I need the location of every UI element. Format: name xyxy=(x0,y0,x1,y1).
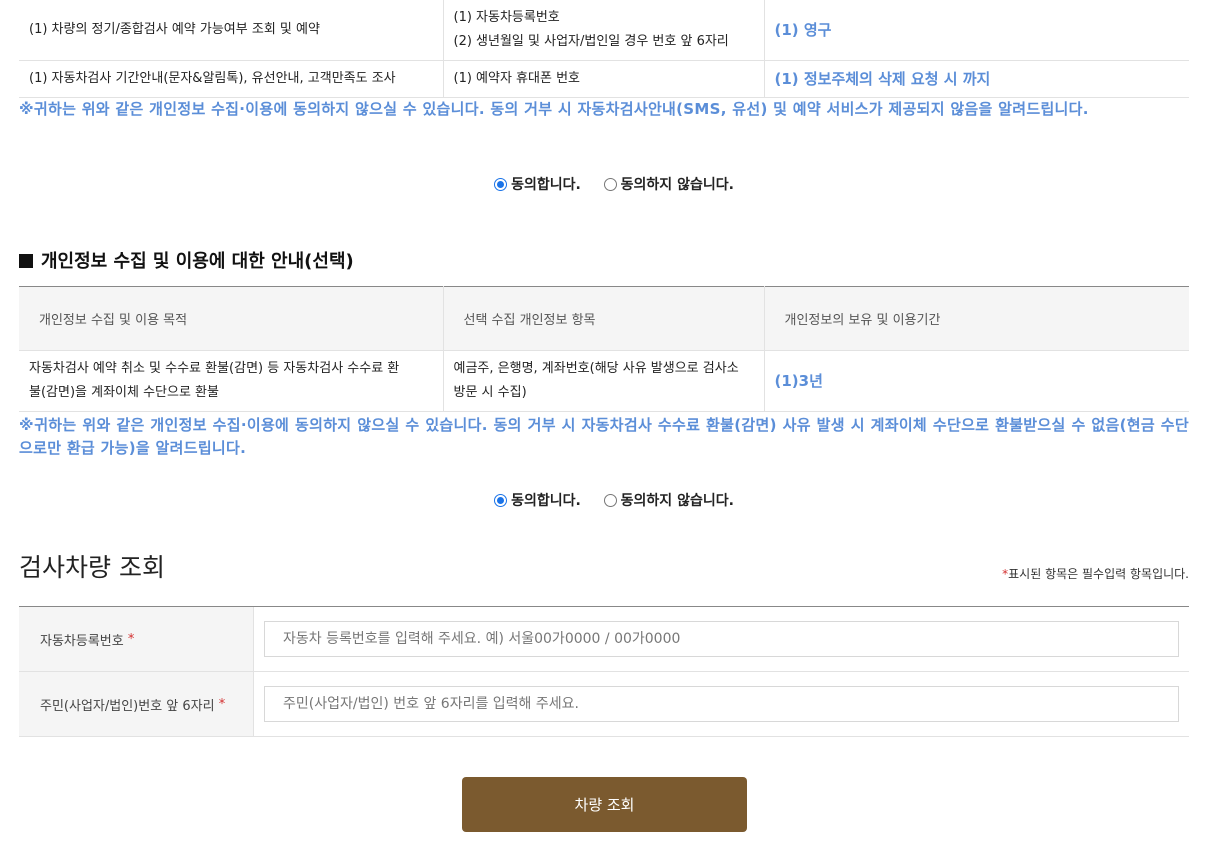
section-title-text: 개인정보 수집 및 이용에 대한 안내(선택) xyxy=(41,251,354,272)
field-wrap xyxy=(254,607,1189,671)
item-text: (1) 자동차등록번호 xyxy=(453,9,560,25)
column-header: 선택 수집 개인정보 항목 xyxy=(442,286,764,351)
consent-notice: ※귀하는 위와 같은 개인정보 수집·이용에 동의하지 않으실 수 있습니다. … xyxy=(19,416,1189,457)
vehicle-lookup-form: 자동차등록번호 * 주민(사업자/법인)번호 앞 6자리 * xyxy=(19,606,1189,737)
agree-radio[interactable]: 동의합니다. xyxy=(494,174,581,194)
field-label-text: 자동차등록번호 xyxy=(40,633,124,649)
required-note: *표시된 항목은 필수입력 항목입니다. xyxy=(1002,565,1189,582)
items-cell: 예금주, 은행명, 계좌번호(해당 사유 발생으로 검사소 방문 시 수집) xyxy=(442,350,764,412)
disagree-label: 동의하지 않습니다. xyxy=(620,493,734,509)
items-cell: (1) 자동차등록번호 (2) 생년월일 및 사업자/법인일 경우 번호 앞 6… xyxy=(442,0,764,61)
radio-checked-icon[interactable] xyxy=(494,493,508,507)
purpose-line: 불(감면)을 계좌이체 수단으로 환불 xyxy=(29,385,219,400)
radio-unchecked-icon[interactable] xyxy=(603,493,617,507)
purpose-cell: (1) 자동차검사 기간안내(문자&알림톡), 유선안내, 고객만족도 조사 xyxy=(19,60,443,98)
column-header: 개인정보의 보유 및 이용기간 xyxy=(763,286,1189,351)
item-text: (2) 생년월일 및 사업자/법인일 경우 번호 앞 6자리 xyxy=(453,33,729,49)
form-row: 자동차등록번호 * xyxy=(19,607,1189,672)
optional-info-table: 개인정보 수집 및 이용 목적 선택 수집 개인정보 항목 개인정보의 보유 및… xyxy=(19,286,1189,412)
table-row: (1) 자동차검사 기간안내(문자&알림톡), 유선안내, 고객만족도 조사 (… xyxy=(19,60,1189,98)
item-text: (1) 예약자 휴대폰 번호 xyxy=(453,70,581,86)
disagree-radio[interactable]: 동의하지 않습니다. xyxy=(603,490,734,510)
field-label: 주민(사업자/법인)번호 앞 6자리 * xyxy=(19,672,254,736)
field-label: 자동차등록번호 * xyxy=(19,607,254,671)
period-cell: (1) 정보주체의 삭제 요청 시 까지 xyxy=(763,60,1189,98)
field-wrap xyxy=(254,672,1189,736)
purpose-cell: (1) 차량의 정기/종합검사 예약 가능여부 조회 및 예약 xyxy=(19,0,443,61)
id-number-input[interactable] xyxy=(264,686,1179,722)
agree-label: 동의합니다. xyxy=(511,177,581,193)
table-row: 자동차검사 예약 취소 및 수수료 환불(감면) 등 자동차검사 수수료 환 불… xyxy=(19,350,1189,412)
purpose-cell: 자동차검사 예약 취소 및 수수료 환불(감면) 등 자동차검사 수수료 환 불… xyxy=(19,350,443,412)
agree-radio[interactable]: 동의합니다. xyxy=(494,490,581,510)
required-info-table: (1) 차량의 정기/종합검사 예약 가능여부 조회 및 예약 (1) 자동차등… xyxy=(19,0,1189,98)
purpose-line: 자동차검사 예약 취소 및 수수료 환불(감면) 등 자동차검사 수수료 환 xyxy=(29,361,400,376)
items-cell: (1) 예약자 휴대폰 번호 xyxy=(442,60,764,98)
field-label-text: 주민(사업자/법인)번호 앞 6자리 xyxy=(40,698,215,714)
required-star: * xyxy=(127,631,135,647)
disagree-label: 동의하지 않습니다. xyxy=(620,177,734,193)
radio-checked-icon[interactable] xyxy=(494,177,508,191)
consent-radio-group: 동의합니다. 동의하지 않습니다. xyxy=(0,174,1228,195)
agree-label: 동의합니다. xyxy=(511,493,581,509)
period-cell: (1)3년 xyxy=(763,350,1189,412)
consent-notice: ※귀하는 위와 같은 개인정보 수집·이용에 동의하지 않으실 수 있습니다. … xyxy=(19,100,1089,118)
section-title: 개인정보 수집 및 이용에 대한 안내(선택) xyxy=(19,247,354,273)
period-cell: (1) 영구 xyxy=(763,0,1189,61)
required-star: * xyxy=(218,696,226,712)
item-line: 방문 시 수집) xyxy=(453,385,527,400)
vehicle-lookup-button[interactable]: 차량 조회 xyxy=(462,777,747,832)
disagree-radio[interactable]: 동의하지 않습니다. xyxy=(603,174,734,194)
column-header: 개인정보 수집 및 이용 목적 xyxy=(19,286,443,351)
table-row: (1) 차량의 정기/종합검사 예약 가능여부 조회 및 예약 (1) 자동차등… xyxy=(19,0,1189,61)
required-note-text: 표시된 항목은 필수입력 항목입니다. xyxy=(1008,567,1189,581)
table-header-row: 개인정보 수집 및 이용 목적 선택 수집 개인정보 항목 개인정보의 보유 및… xyxy=(19,286,1189,351)
radio-unchecked-icon[interactable] xyxy=(603,177,617,191)
form-row: 주민(사업자/법인)번호 앞 6자리 * xyxy=(19,672,1189,737)
registration-number-input[interactable] xyxy=(264,621,1179,657)
page-title: 검사차량 조회 xyxy=(19,553,165,582)
consent-radio-group: 동의합니다. 동의하지 않습니다. xyxy=(0,490,1228,511)
square-bullet-icon xyxy=(19,254,33,268)
item-line: 예금주, 은행명, 계좌번호(해당 사유 발생으로 검사소 xyxy=(453,361,739,376)
